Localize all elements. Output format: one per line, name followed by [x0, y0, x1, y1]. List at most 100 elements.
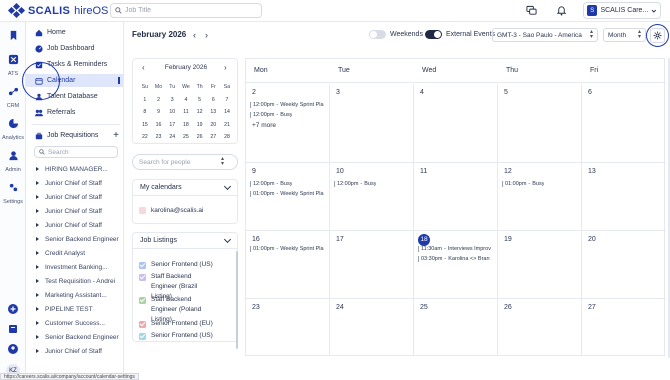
job-search-box[interactable] [110, 3, 262, 18]
mini-day[interactable]: 26 [193, 133, 207, 142]
job-listing-item[interactable]: Senior Frontend (US) [133, 260, 219, 270]
event-chip[interactable]: 01:00pm - Weekly Sprint Pla [250, 191, 324, 197]
mini-day[interactable]: 1 [138, 96, 152, 105]
day-cell[interactable]: 12 01:00pm - Busy [498, 163, 582, 231]
job-listing-checkbox[interactable] [139, 296, 146, 304]
mini-day[interactable]: 4 [179, 96, 193, 105]
requisition-item[interactable]: Test Requisition - Andrei [36, 275, 123, 287]
mini-day[interactable]: 13 [206, 108, 220, 117]
day-cell[interactable]: 13 [582, 163, 666, 231]
mini-day[interactable]: 16 [152, 121, 166, 130]
mini-day[interactable]: 3 [165, 96, 179, 105]
mini-day[interactable]: 22 [138, 133, 152, 142]
view-select[interactable]: Month ▴ ▾ [603, 28, 646, 42]
mini-next-month-button[interactable]: › [224, 63, 227, 72]
prev-month-button[interactable]: ‹ [193, 30, 196, 40]
mini-day[interactable]: 18 [179, 121, 193, 130]
mini-day[interactable]: 23 [152, 133, 166, 142]
event-chip[interactable]: 12:00pm - Busy [250, 181, 292, 187]
job-listing-checkbox[interactable] [139, 332, 146, 340]
day-cell[interactable]: 2 12:00pm - Weekly Sprint Pla 12:00pm - Busy… [246, 84, 330, 163]
day-cell[interactable]: 6 [582, 84, 666, 163]
rail-admin[interactable]: Admin [0, 148, 26, 173]
nav-job-dashboard[interactable]: Job Dashboard [26, 42, 123, 55]
mini-day[interactable]: 20 [206, 121, 220, 130]
calendar-checkbox[interactable] [139, 206, 146, 214]
nav-home[interactable]: Home [26, 26, 123, 39]
nav-referrals[interactable]: Referrals [26, 106, 123, 119]
day-cell[interactable]: 3 [330, 84, 414, 163]
organization-switcher[interactable]: S SCALIS Care... [583, 2, 661, 19]
day-cell[interactable]: 17 [330, 231, 414, 299]
brand-logo[interactable]: SCALIS hireOS [7, 2, 108, 19]
requisition-item[interactable]: Investment Banking... [36, 261, 123, 273]
mini-day[interactable]: 11 [179, 108, 193, 117]
mini-day[interactable]: 8 [138, 108, 152, 117]
job-listing-checkbox[interactable] [139, 261, 146, 269]
requisition-search-box[interactable] [34, 146, 118, 158]
job-listings-header[interactable]: Job Listings [133, 233, 237, 249]
people-search-box[interactable]: ▴▾ [132, 154, 238, 170]
weekends-toggle[interactable] [369, 30, 386, 39]
day-cell[interactable]: 11 [414, 163, 498, 231]
mini-day[interactable]: 5 [193, 96, 207, 105]
calendar-item[interactable]: karolina@scalis.ai [133, 199, 237, 221]
day-cell[interactable]: 24 [330, 299, 414, 355]
mini-day[interactable]: 15 [138, 121, 152, 130]
day-cell[interactable]: 9 12:00pm - Busy 01:00pm - Weekly Sprint Pla [246, 163, 330, 231]
requisition-item[interactable]: HIRING MANAGER... [36, 163, 123, 175]
bell-icon[interactable] [556, 5, 567, 16]
rail-settings[interactable]: Settings [0, 180, 26, 205]
mini-day[interactable]: 2 [152, 96, 166, 105]
mini-day[interactable]: 27 [206, 133, 220, 142]
event-chip[interactable]: 03:30pm - Karolina <> Bran [418, 256, 490, 262]
mini-day[interactable]: 6 [206, 96, 220, 105]
mini-day[interactable]: 17 [165, 121, 179, 130]
requisition-item[interactable]: Junior Chief of Staff [36, 177, 123, 189]
requisition-item[interactable]: Senior Backend Engineer [36, 233, 123, 245]
mini-day[interactable]: 14 [220, 108, 234, 117]
add-requisition-button[interactable]: + [113, 130, 119, 141]
requisition-item[interactable]: Customer Success... [36, 317, 123, 329]
mini-day[interactable]: 28 [220, 133, 234, 142]
day-cell-today[interactable]: 18 11:30am - Interviews Improv 03:30pm - Kar… [414, 231, 498, 299]
event-chip[interactable]: 12:00pm - Busy [250, 112, 292, 118]
mini-day[interactable]: 10 [165, 108, 179, 117]
day-cell[interactable]: 5 [498, 84, 582, 163]
rail-bookmark[interactable] [0, 28, 26, 46]
day-cell[interactable]: 10 12:00pm - Busy [330, 163, 414, 231]
inbox-icon[interactable] [8, 324, 18, 334]
event-chip[interactable]: 01:00pm - Weekly Sprint Pla [250, 246, 324, 252]
mini-day[interactable]: 7 [220, 96, 234, 105]
day-cell[interactable]: 4 [414, 84, 498, 163]
event-chip[interactable]: 01:00pm - Busy [502, 181, 544, 187]
mini-day[interactable]: 24 [165, 133, 179, 142]
rail-crm[interactable]: CRM [0, 84, 26, 109]
add-circle-icon[interactable] [8, 304, 18, 314]
day-cell[interactable]: 20 [582, 231, 666, 299]
next-month-button[interactable]: › [205, 30, 208, 40]
day-cell[interactable]: 16 01:00pm - Weekly Sprint Pla [246, 231, 330, 299]
mini-day[interactable]: 9 [152, 108, 166, 117]
rail-analytics[interactable]: Analytics [0, 116, 26, 141]
requisition-item[interactable]: Credit Analyst [36, 247, 123, 259]
mini-day[interactable]: 19 [193, 121, 207, 130]
more-events-link[interactable]: +7 more [252, 122, 276, 129]
external-events-toggle[interactable] [425, 30, 442, 39]
people-search-input[interactable] [139, 158, 221, 166]
job-search-input[interactable] [125, 7, 245, 14]
day-cell[interactable]: 27 [582, 299, 666, 355]
requisition-item[interactable]: PIPELINE TEST [36, 303, 123, 315]
profile-circle-icon[interactable] [8, 344, 18, 354]
requisition-search-input[interactable] [48, 148, 114, 156]
event-chip[interactable]: 11:30am - Interviews Improv [418, 246, 491, 252]
job-listing-item[interactable]: Senior Frontend (EU) [133, 319, 219, 329]
event-chip[interactable]: 12:00pm - Busy [334, 181, 376, 187]
requisition-item[interactable]: Marketing Assistant... [36, 289, 123, 301]
mini-day[interactable]: 21 [220, 121, 234, 130]
mini-day[interactable]: 25 [179, 133, 193, 142]
job-listings-scrollbar[interactable] [236, 251, 238, 349]
requisition-item[interactable]: Junior Chief of Staff [36, 345, 123, 357]
day-cell[interactable]: 23 [246, 299, 330, 355]
requisition-item[interactable]: Senior Backend Engineer [36, 331, 123, 343]
